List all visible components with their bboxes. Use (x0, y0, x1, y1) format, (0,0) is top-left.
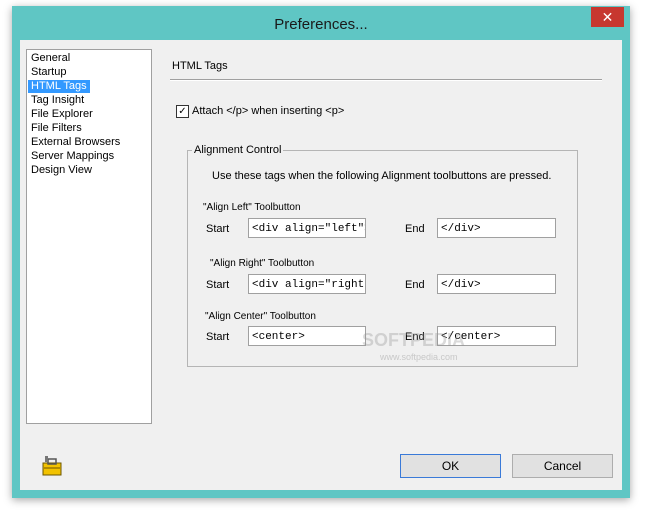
softpedia-watermark-url: www.softpedia.com (380, 352, 458, 362)
sidebar-item-startup[interactable]: Startup (28, 66, 69, 79)
window-title: Preferences... (274, 16, 368, 33)
sidebar-item-server-mappings[interactable]: Server Mappings (28, 150, 117, 163)
attach-p-checkbox[interactable]: ✓ (176, 105, 189, 118)
close-button[interactable]: ✕ (591, 7, 624, 27)
align-center-label: "Align Center" Toolbutton (205, 311, 316, 322)
align-right-end-label: End (405, 279, 425, 291)
sidebar-item-file-explorer[interactable]: File Explorer (28, 108, 96, 121)
cancel-button[interactable]: Cancel (512, 454, 613, 478)
sidebar-item-general[interactable]: General (28, 52, 73, 65)
section-divider (170, 79, 602, 81)
align-left-end-input[interactable]: </div> (437, 218, 556, 238)
toolbox-icon (42, 456, 62, 476)
preferences-window: Preferences... ✕ General Startup HTML Ta… (12, 6, 630, 498)
sidebar-item-external-browsers[interactable]: External Browsers (28, 136, 123, 149)
sidebar-item-file-filters[interactable]: File Filters (28, 122, 85, 135)
align-left-label: "Align Left" Toolbutton (203, 202, 301, 213)
dialog-body: General Startup HTML Tags Tag Insight Fi… (20, 40, 622, 490)
align-right-start-input[interactable]: <div align="right"> (248, 274, 366, 294)
align-left-start-label: Start (206, 223, 230, 235)
check-icon: ✓ (178, 106, 187, 117)
align-left-start-input[interactable]: <div align="left"> (248, 218, 366, 238)
attach-p-label[interactable]: Attach </p> when inserting <p> (192, 105, 344, 117)
align-center-start-input[interactable]: <center> (248, 326, 366, 346)
align-right-end-input[interactable]: </div> (437, 274, 556, 294)
align-center-start-label: Start (206, 331, 230, 343)
align-left-end-label: End (405, 223, 425, 235)
sidebar-item-tag-insight[interactable]: Tag Insight (28, 94, 87, 107)
sidebar-item-html-tags[interactable]: HTML Tags (28, 80, 90, 93)
ok-button[interactable]: OK (400, 454, 501, 478)
softpedia-watermark: SOFTPEDIA (362, 330, 466, 350)
sidebar-item-design-view[interactable]: Design View (28, 164, 95, 177)
align-right-label: "Align Right" Toolbutton (210, 258, 315, 269)
category-list[interactable]: General Startup HTML Tags Tag Insight Fi… (26, 49, 152, 424)
close-icon: ✕ (601, 9, 614, 25)
section-title: HTML Tags (172, 60, 228, 72)
title-bar[interactable]: Preferences... ✕ (12, 6, 630, 40)
align-right-start-label: Start (206, 279, 230, 291)
alignment-instructions: Use these tags when the following Alignm… (212, 170, 552, 182)
alignment-control-title: Alignment Control (192, 144, 284, 156)
